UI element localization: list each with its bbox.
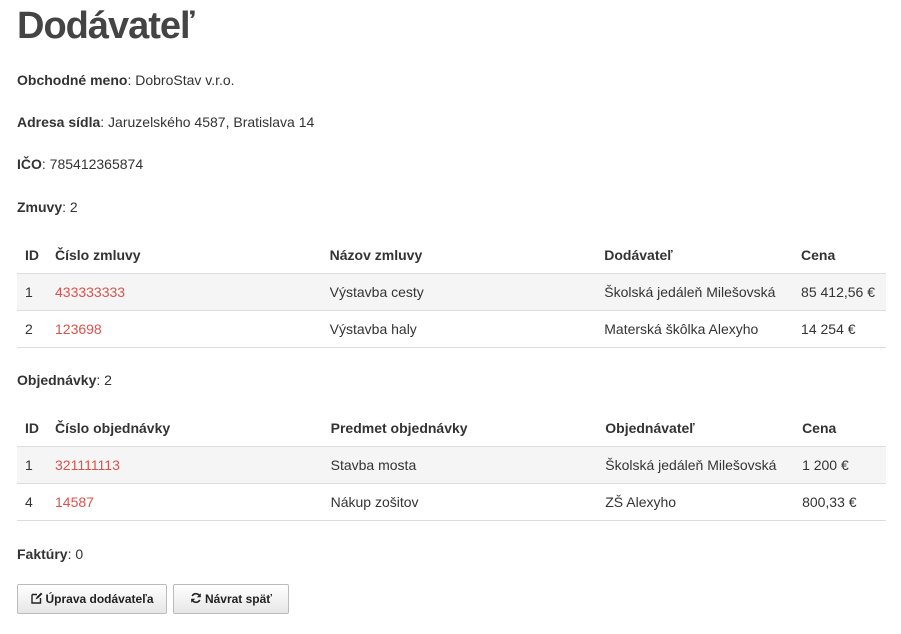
contract-number-link[interactable]: 433333333 — [55, 284, 125, 300]
table-row: 1 321111113 Stavba mosta Školská jedáleň… — [17, 446, 886, 484]
ico-value: 785412365874 — [49, 156, 144, 172]
order-price: 800,33 € — [794, 483, 886, 521]
table-row: 1 433333333 Výstavba cesty Školská jedál… — [17, 273, 886, 311]
invoices-label: Faktúry — [17, 546, 68, 562]
contracts-count: 2 — [69, 199, 78, 215]
orders-label: Objednávky — [17, 372, 97, 388]
invoices-count-field: Faktúry: 0 — [17, 546, 84, 562]
contracts-header-row: ID Číslo zmluvy Názov zmluvy Dodávateľ C… — [17, 237, 886, 274]
header-price: Cena — [793, 237, 886, 274]
page-title: Dodávateľ — [17, 5, 195, 47]
row-id: 1 — [17, 446, 47, 484]
contract-party: Materská škôlka Alexyho — [596, 310, 794, 348]
header-price: Cena — [794, 410, 886, 447]
business-name-label: Obchodné meno — [17, 72, 128, 88]
back-button[interactable]: Návrat späť — [173, 584, 289, 614]
orders-count: 2 — [104, 372, 112, 388]
row-id: 2 — [17, 310, 47, 348]
address-value: Jaruzelského 4587, Bratislava 14 — [108, 114, 315, 130]
orders-table: ID Číslo objednávky Predmet objednávky O… — [17, 410, 886, 521]
header-id: ID — [17, 410, 47, 447]
invoices-count: 0 — [75, 546, 84, 562]
orders-header-row: ID Číslo objednávky Predmet objednávky O… — [17, 410, 886, 447]
contracts-label: Zmuvy — [17, 199, 63, 215]
order-party: Školská jedáleň Milešovská — [597, 446, 795, 484]
edit-supplier-button[interactable]: Úprava dodávateľa — [17, 584, 167, 614]
header-id: ID — [17, 237, 47, 274]
contract-number-link[interactable]: 123698 — [55, 321, 102, 337]
header-orderer: Objednávateľ — [597, 410, 795, 447]
header-supplier: Dodávateľ — [596, 237, 794, 274]
header-order-subject: Predmet objednávky — [322, 410, 598, 447]
edit-supplier-label: Úprava dodávateľa — [45, 592, 154, 606]
edit-icon — [30, 592, 43, 607]
order-price: 1 200 € — [794, 446, 886, 484]
orders-count-field: Objednávky: 2 — [17, 372, 112, 388]
contract-party: Školská jedáleň Milešovská — [596, 273, 794, 311]
contract-price: 14 254 € — [793, 310, 886, 348]
refresh-icon — [190, 592, 202, 607]
contract-price: 85 412,56 € — [793, 273, 886, 311]
row-id: 1 — [17, 273, 47, 311]
back-label: Návrat späť — [204, 592, 273, 606]
order-party: ZŠ Alexyho — [597, 483, 795, 521]
ico-label: IČO — [17, 156, 42, 172]
business-name-value: DobroStav v.r.o. — [135, 72, 235, 88]
table-row: 4 14587 Nákup zošitov ZŠ Alexyho 800,33 … — [17, 483, 886, 521]
contract-name: Výstavba cesty — [321, 273, 597, 311]
order-number-link[interactable]: 14587 — [55, 494, 94, 510]
row-id: 4 — [17, 483, 47, 521]
ico-field: IČO: 785412365874 — [17, 156, 144, 172]
order-subject: Stavba mosta — [322, 446, 598, 484]
header-contract-number: Číslo zmluvy — [47, 237, 322, 274]
header-order-number: Číslo objednávky — [47, 410, 323, 447]
order-subject: Nákup zošitov — [322, 483, 598, 521]
contracts-table: ID Číslo zmluvy Názov zmluvy Dodávateľ C… — [17, 237, 886, 348]
contracts-count-field: Zmuvy: 2 — [17, 199, 78, 215]
contract-name: Výstavba haly — [321, 310, 597, 348]
address-field: Adresa sídla: Jaruzelského 4587, Bratisl… — [17, 114, 315, 130]
table-row: 2 123698 Výstavba haly Materská škôlka A… — [17, 310, 886, 348]
address-label: Adresa sídla — [17, 114, 101, 130]
order-number-link[interactable]: 321111113 — [55, 457, 120, 473]
business-name-field: Obchodné meno: DobroStav v.r.o. — [17, 72, 235, 88]
header-contract-name: Názov zmluvy — [321, 237, 597, 274]
